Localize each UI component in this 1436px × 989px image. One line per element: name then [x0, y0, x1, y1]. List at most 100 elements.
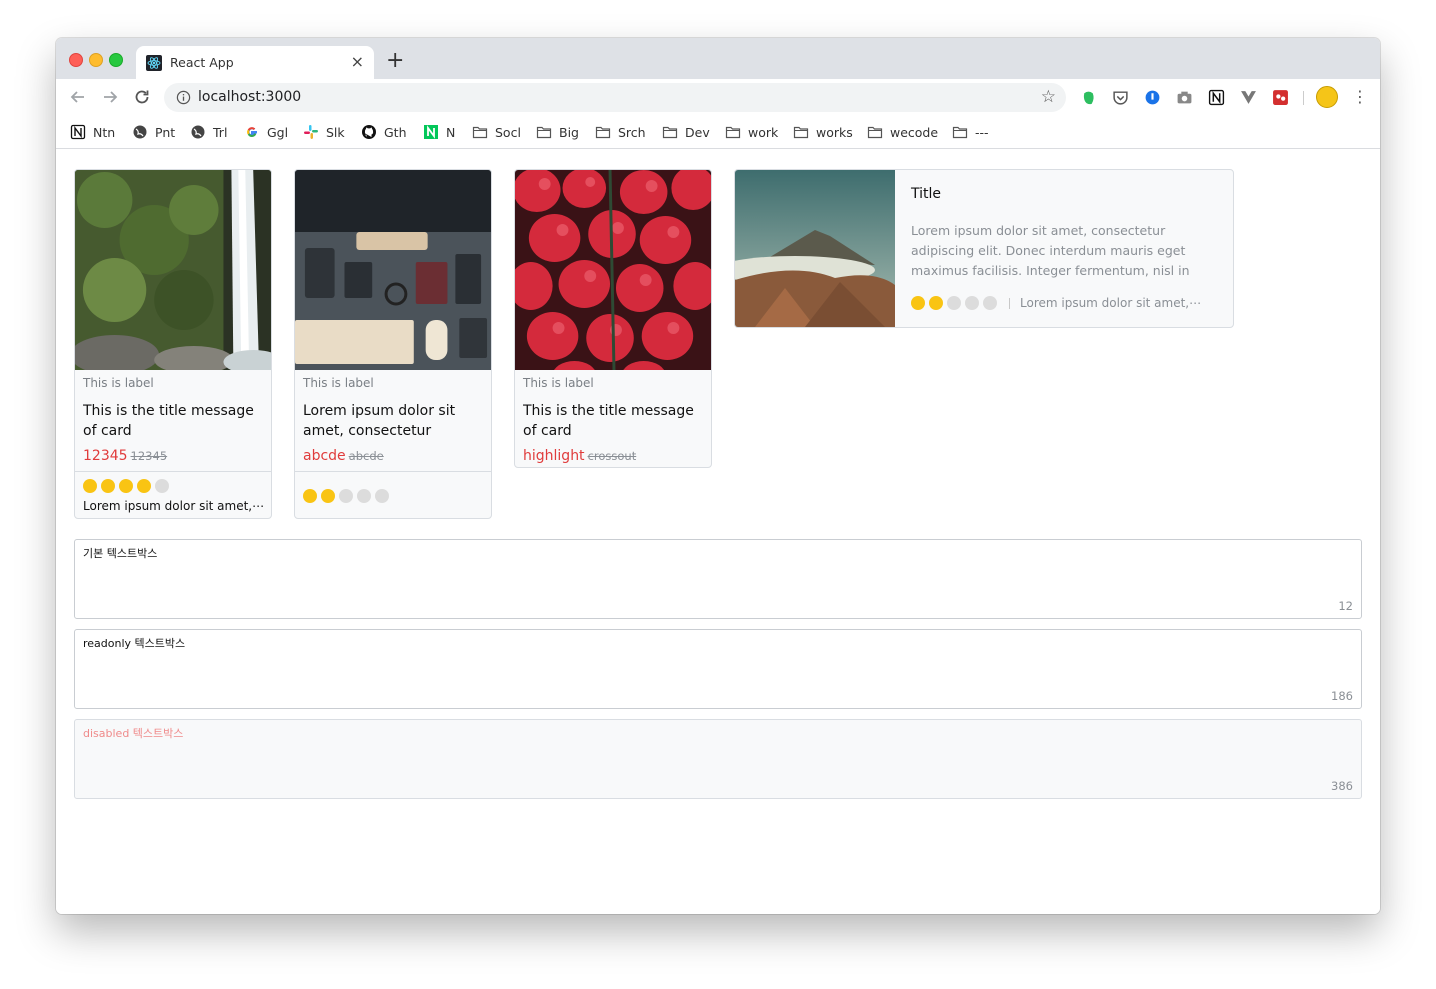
- strawberries-image: [515, 170, 711, 370]
- react-icon: [146, 55, 162, 71]
- back-icon[interactable]: [68, 87, 88, 107]
- vue-devtools-icon[interactable]: [1240, 89, 1257, 106]
- textbox-default[interactable]: 기본 텍스트박스 12: [74, 539, 1362, 619]
- reload-icon[interactable]: [132, 87, 152, 107]
- folder-icon: [595, 126, 611, 139]
- card-title: Lorem ipsum dolor sit amet, consectetur …: [303, 403, 456, 439]
- bookmark-n[interactable]: N: [423, 122, 455, 142]
- card-price: 12345 12345: [83, 446, 263, 464]
- rating-dot-icon: [375, 489, 389, 503]
- naver-icon: [424, 125, 438, 139]
- password-manager-icon[interactable]: [1144, 89, 1161, 106]
- bookmark-folder-work[interactable]: work: [725, 122, 778, 142]
- close-window-button[interactable]: [69, 53, 83, 67]
- bookmark-ntn[interactable]: Ntn: [70, 122, 115, 142]
- bookmark-label: Trl: [213, 124, 228, 140]
- bookmark-label: Socl: [495, 124, 521, 140]
- folder-icon: [662, 126, 678, 139]
- rating-dot-icon: [101, 479, 115, 493]
- bookmark-label: ---: [975, 124, 989, 140]
- price-strikethrough: 12345: [130, 449, 168, 463]
- card-strawberries[interactable]: This is label This is the title message …: [514, 169, 712, 468]
- bookmark-folder-dashes[interactable]: ---: [952, 122, 989, 142]
- info-icon[interactable]: [176, 90, 191, 105]
- minimize-window-button[interactable]: [89, 53, 103, 67]
- folder-icon: [867, 126, 883, 139]
- rating-dot-icon: [155, 479, 169, 493]
- bookmark-ggl[interactable]: Ggl: [244, 122, 288, 142]
- bookmark-label: Ggl: [267, 124, 289, 140]
- tab-close-icon[interactable]: ×: [351, 52, 364, 72]
- bookmark-label: Srch: [618, 124, 646, 140]
- rating-dot-icon: [339, 489, 353, 503]
- folder-icon: [952, 126, 968, 139]
- character-count: 386: [1331, 779, 1353, 793]
- bookmark-label: work: [748, 124, 779, 140]
- url-text[interactable]: localhost:3000: [198, 89, 301, 105]
- price-highlight: highlight: [523, 448, 585, 464]
- horizontal-card[interactable]: Title Lorem ipsum dolor sit amet, consec…: [734, 169, 1234, 328]
- textbox-value[interactable]: readonly 텍스트박스: [83, 635, 185, 651]
- pocket-icon[interactable]: [1112, 89, 1129, 106]
- card-desk[interactable]: This is label Lorem ipsum dolor sit amet…: [294, 169, 492, 519]
- bookmark-label: works: [816, 124, 853, 140]
- maximize-window-button[interactable]: [109, 53, 123, 67]
- bookmark-folder-srch[interactable]: Srch: [595, 122, 646, 142]
- notion-ext-icon[interactable]: [1208, 89, 1225, 106]
- card-label: This is label: [303, 376, 374, 390]
- rating-dot-icon: [119, 479, 133, 493]
- folder-icon: [725, 126, 741, 139]
- folder-icon: [472, 126, 488, 139]
- textbox-value[interactable]: 기본 텍스트박스: [83, 545, 157, 561]
- forward-icon[interactable]: [100, 87, 120, 107]
- bookmark-folder-wecode[interactable]: wecode: [867, 122, 938, 142]
- rating-dot-icon: [983, 296, 997, 310]
- globe-icon: [133, 125, 147, 139]
- toolbar-separator: [1303, 91, 1304, 105]
- bookmark-star-icon[interactable]: ☆: [1041, 88, 1056, 106]
- price-highlight: abcde: [303, 448, 346, 464]
- mountain-image: [735, 170, 895, 327]
- rating-dot-icon: [965, 296, 979, 310]
- bookmark-folder-socl[interactable]: Socl: [472, 122, 521, 142]
- textbox-readonly[interactable]: readonly 텍스트박스 186: [74, 629, 1362, 709]
- profile-avatar[interactable]: [1316, 86, 1338, 108]
- camera-icon[interactable]: [1176, 89, 1193, 106]
- card-title: This is the title message of card: [523, 403, 694, 439]
- slack-icon: [304, 125, 318, 139]
- address-bar[interactable]: localhost:3000 ☆: [164, 83, 1066, 112]
- bookmark-folder-works[interactable]: works: [793, 122, 853, 142]
- more-menu-icon[interactable]: ⋮: [1352, 87, 1368, 107]
- price-highlight: 12345: [83, 448, 128, 464]
- bookmarks-bar: Ntn Pnt Trl Ggl Slk Gth N Socl Big Srch …: [56, 116, 1380, 149]
- tab-react-app[interactable]: React App ×: [136, 46, 374, 79]
- textbox-disabled: disabled 텍스트박스 386: [74, 719, 1362, 799]
- price-strikethrough: crossout: [587, 449, 637, 463]
- waterfall-image: [75, 170, 271, 370]
- rating-dot-icon: [303, 489, 317, 503]
- card-footer: [295, 471, 491, 518]
- bookmark-label: N: [446, 124, 456, 140]
- card-waterfall[interactable]: This is label This is the title message …: [74, 169, 272, 519]
- bookmark-folder-big[interactable]: Big: [536, 122, 579, 142]
- textbox-value: disabled 텍스트박스: [83, 727, 184, 740]
- rating-stars: [303, 489, 483, 503]
- browser-toolbar: localhost:3000 ☆ ⋮: [56, 79, 1380, 116]
- new-tab-button[interactable]: +: [386, 50, 404, 72]
- character-count: 186: [1331, 689, 1353, 703]
- rating-dot-icon: [929, 296, 943, 310]
- evernote-icon[interactable]: [1080, 89, 1097, 106]
- bookmark-folder-dev[interactable]: Dev: [662, 122, 710, 142]
- bookmark-pnt[interactable]: Pnt: [132, 122, 175, 142]
- tab-strip: React App × +: [56, 38, 1380, 79]
- bookmark-slk[interactable]: Slk: [303, 122, 345, 142]
- red-extension-icon[interactable]: [1272, 89, 1289, 106]
- footer-divider: [1009, 297, 1010, 309]
- bookmark-trl[interactable]: Trl: [190, 122, 227, 142]
- folder-icon: [793, 126, 809, 139]
- card-title: This is the title message of card: [83, 403, 254, 439]
- price-strikethrough: abcde: [348, 449, 384, 463]
- card-label: This is label: [83, 376, 154, 390]
- bookmark-gth[interactable]: Gth: [361, 122, 407, 142]
- bookmark-label: Big: [559, 124, 579, 140]
